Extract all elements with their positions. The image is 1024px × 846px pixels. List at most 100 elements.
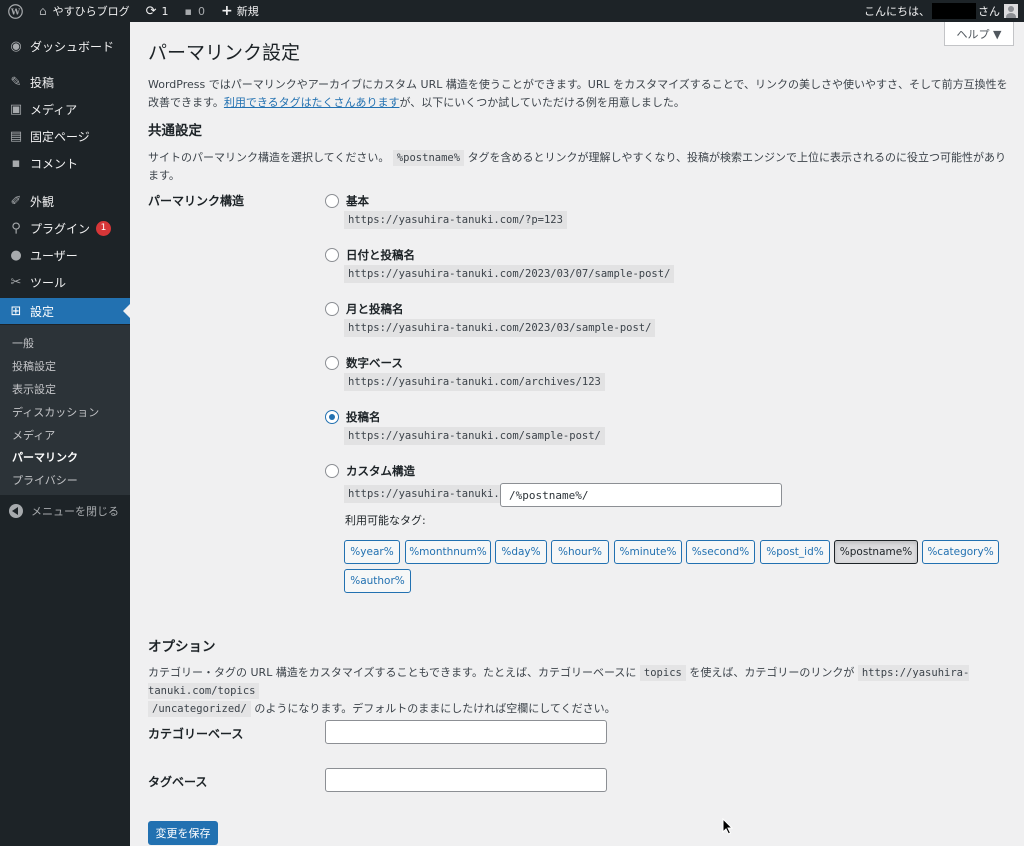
postname-code: %postname% <box>392 150 465 166</box>
tag-base-input[interactable] <box>325 768 607 792</box>
media-icon: ▣ <box>9 101 23 117</box>
tag-button-author[interactable]: %author% <box>344 569 411 593</box>
custom-prefix: https://yasuhira-tanuki.com <box>344 485 523 503</box>
submenu-reading[interactable]: 表示設定 <box>12 381 56 397</box>
tag-button-day[interactable]: %day% <box>495 540 547 564</box>
tag-button-year[interactable]: %year% <box>344 540 400 564</box>
radio-month-and-name[interactable] <box>325 302 339 316</box>
submenu-discussion[interactable]: ディスカッション <box>12 404 99 420</box>
option-custom[interactable]: カスタム構造 <box>325 463 415 479</box>
sidebar-item-label: メディア <box>30 102 78 117</box>
greeting-suffix: さん <box>978 5 1000 18</box>
svg-text:W: W <box>10 6 21 16</box>
custom-structure-input[interactable]: /%postname%/ <box>500 483 782 507</box>
option-numeric[interactable]: 数字ベース <box>325 355 403 371</box>
sidebar-item-plugins[interactable]: ⚲ プラグイン 1 <box>0 215 130 241</box>
tag-button-hour[interactable]: %hour% <box>551 540 609 564</box>
common-settings-heading: 共通設定 <box>148 123 202 139</box>
option-day-and-name[interactable]: 日付と投稿名 <box>325 247 415 263</box>
save-changes-button[interactable]: 変更を保存 <box>148 821 218 845</box>
submenu-permalinks[interactable]: パーマリンク <box>12 449 78 465</box>
radio-plain[interactable] <box>325 194 339 208</box>
sidebar-item-label: コメント <box>30 156 79 171</box>
options-heading: オプション <box>148 639 216 655</box>
category-base-input[interactable] <box>325 720 607 744</box>
radio-custom[interactable] <box>325 464 339 478</box>
submenu-writing[interactable]: 投稿設定 <box>12 358 56 374</box>
example-month-and-name: https://yasuhira-tanuki.com/2023/03/samp… <box>344 319 656 337</box>
radio-numeric[interactable] <box>325 356 339 370</box>
radio-post-name[interactable] <box>325 410 339 424</box>
sidebar-item-dashboard[interactable]: ◉ ダッシュボード <box>0 33 130 59</box>
help-label: ヘルプ ▼ <box>956 27 1002 41</box>
sidebar-item-label: ダッシュボード <box>30 39 115 54</box>
sidebar-item-pages[interactable]: ▤ 固定ページ <box>0 123 130 149</box>
wordpress-logo-icon[interactable]: W <box>0 0 31 22</box>
comments-count: 0 <box>198 4 205 18</box>
custom-structure-value: /%postname%/ <box>509 488 589 502</box>
pin-icon: ✎ <box>10 74 22 90</box>
new-label: 新規 <box>236 5 259 18</box>
option-label: 数字ベース <box>346 356 403 370</box>
redacted-username <box>932 3 976 19</box>
plus-icon: + <box>221 3 233 19</box>
tag-button-postname[interactable]: %postname% <box>834 540 918 564</box>
category-base-label: カテゴリーベース <box>148 727 244 741</box>
sidebar-item-label: プラグイン <box>30 221 91 236</box>
user-icon: ● <box>10 247 22 263</box>
desc-text: サイトのパーマリンク構造を選択してください。 <box>148 151 390 164</box>
home-icon: ⌂ <box>39 4 47 18</box>
tag-button-monthnum[interactable]: %monthnum% <box>405 540 491 564</box>
radio-day-and-name[interactable] <box>325 248 339 262</box>
admin-sidebar: ◉ ダッシュボード ✎ 投稿 ▣ メディア ▤ 固定ページ ▪ コメント ✐ 外… <box>0 22 130 846</box>
wrench-icon: ✂ <box>10 274 22 290</box>
options-desc-after: のようになります。デフォルトのままにしたければ空欄にしてください。 <box>254 702 616 715</box>
my-account[interactable]: こんにちは、 さん <box>864 0 1024 22</box>
options-description: カテゴリー・タグの URL 構造をカスタマイズすることもできます。たとえば、カテ… <box>148 664 1008 718</box>
new-content-link[interactable]: + 新規 <box>213 0 267 22</box>
example-post-name: https://yasuhira-tanuki.com/sample-post/ <box>344 427 605 445</box>
option-label: 月と投稿名 <box>346 302 404 316</box>
settings-submenu: 一般 投稿設定 表示設定 ディスカッション メディア パーマリンク プライバシー <box>0 325 130 495</box>
option-month-and-name[interactable]: 月と投稿名 <box>325 301 404 317</box>
sidebar-item-tools[interactable]: ✂ ツール <box>0 269 130 295</box>
page-title: パーマリンク設定 <box>148 42 301 64</box>
sidebar-item-comments[interactable]: ▪ コメント <box>0 150 130 176</box>
plugin-icon: ⚲ <box>11 220 21 236</box>
sidebar-item-label: 設定 <box>30 304 55 319</box>
collapse-menu-button[interactable]: メニューを閉じる <box>0 500 130 522</box>
available-tags-link[interactable]: 利用できるタグはたくさんあります <box>224 96 400 109</box>
sidebar-item-settings[interactable]: ⊞ 設定 <box>0 298 130 324</box>
sidebar-item-posts[interactable]: ✎ 投稿 <box>0 69 130 95</box>
submenu-media[interactable]: メディア <box>12 427 55 443</box>
option-label: カスタム構造 <box>346 464 415 478</box>
example-numeric: https://yasuhira-tanuki.com/archives/123 <box>344 373 605 391</box>
sidebar-item-appearance[interactable]: ✐ 外観 <box>0 188 130 214</box>
sidebar-item-users[interactable]: ● ユーザー <box>0 242 130 268</box>
submenu-general[interactable]: 一般 <box>12 335 34 351</box>
options-desc-middle: を使えば、カテゴリーのリンクが <box>689 666 855 679</box>
site-name-link[interactable]: ⌂ やすひらブログ <box>31 0 138 22</box>
sidebar-item-media[interactable]: ▣ メディア <box>0 96 130 122</box>
submenu-privacy[interactable]: プライバシー <box>12 472 78 488</box>
tag-button-second[interactable]: %second% <box>686 540 755 564</box>
refresh-icon: ⟳ <box>145 3 157 19</box>
option-post-name[interactable]: 投稿名 <box>325 409 381 425</box>
save-label: 変更を保存 <box>155 827 211 840</box>
comments-link[interactable]: ▪ 0 <box>177 0 213 22</box>
intro-text-rest: が、以下にいくつか試していただける例を用意しました。 <box>399 96 685 109</box>
site-name: やすひらブログ <box>52 5 130 18</box>
sidebar-item-label: ユーザー <box>30 248 78 263</box>
settings-icon: ⊞ <box>10 303 22 319</box>
plugin-update-badge: 1 <box>96 220 112 236</box>
option-label: 基本 <box>346 194 369 208</box>
updates-link[interactable]: ⟳ 1 <box>138 0 177 22</box>
tag-button-post-id[interactable]: %post_id% <box>760 540 830 564</box>
tag-button-minute[interactable]: %minute% <box>614 540 682 564</box>
help-tab-button[interactable]: ヘルプ ▼ <box>944 22 1014 46</box>
tag-button-category[interactable]: %category% <box>922 540 999 564</box>
permalink-structure-label: パーマリンク構造 <box>148 194 245 208</box>
option-plain[interactable]: 基本 <box>325 193 369 209</box>
appearance-icon: ✐ <box>10 193 22 209</box>
topics-code: topics <box>639 665 686 681</box>
